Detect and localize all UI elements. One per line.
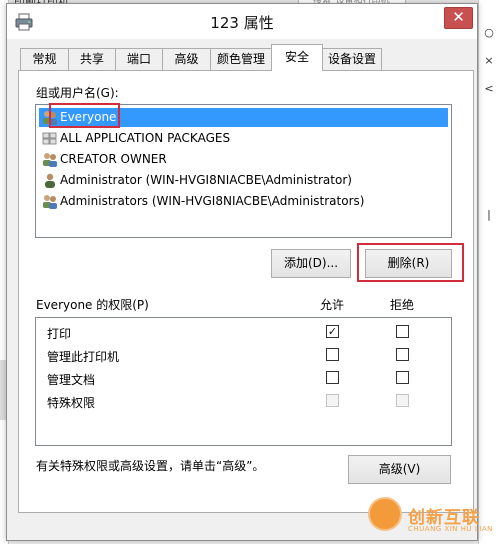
watermark-circle-icon: [368, 497, 402, 531]
list-item-creator-owner[interactable]: CREATOR OWNER: [39, 150, 448, 169]
package-icon: [42, 132, 57, 145]
list-item-label: CREATOR OWNER: [60, 152, 167, 166]
tab-general[interactable]: 常规: [20, 48, 69, 70]
group-icon: [43, 153, 57, 167]
tab-color-management[interactable]: 颜色管理: [210, 48, 272, 70]
list-item-administrator[interactable]: Administrator (WIN-HVGI8NIACBE\Administr…: [39, 171, 448, 190]
deny-checkbox-manage-printer[interactable]: [396, 348, 409, 361]
watermark-subtext: CHUANG XIN HU LIAN: [408, 525, 493, 533]
highlight-box-everyone: [49, 103, 120, 128]
dialog-title: 123 属性: [210, 14, 274, 32]
permission-name: 特殊权限: [47, 396, 96, 410]
advanced-hint-text: 有关特殊权限或高级设置，请单击“高级”。: [36, 459, 265, 473]
deny-checkbox-special: [396, 394, 409, 407]
background-right-item: ○: [484, 26, 494, 39]
highlight-box-remove: [357, 243, 464, 282]
list-item-label: Administrators (WIN-HVGI8NIACBE\Administ…: [60, 194, 365, 208]
user-icon: [45, 173, 55, 188]
title-bar[interactable]: 123 属性 ✕: [7, 4, 477, 39]
group-users-label: 组或用户名(G):: [36, 86, 119, 100]
deny-checkbox-print[interactable]: [396, 325, 409, 338]
allow-checkbox-manage-printer[interactable]: [326, 348, 339, 361]
background-splitter[interactable]: |: [480, 208, 498, 230]
tab-security[interactable]: 安全: [271, 44, 323, 71]
group-icon: [43, 195, 57, 209]
deny-column-header: 拒绝: [390, 298, 415, 312]
allow-checkbox-print[interactable]: ✓: [326, 325, 339, 338]
list-item-label: Administrator (WIN-HVGI8NIACBE\Administr…: [60, 173, 352, 187]
allow-column-header: 允许: [320, 298, 345, 312]
permissions-label: Everyone 的权限(P): [36, 298, 149, 312]
tab-sharing[interactable]: 共享: [68, 48, 116, 70]
list-item-all-application-packages[interactable]: ALL APPLICATION PACKAGES: [39, 129, 448, 148]
background-collapse-icon[interactable]: <: [480, 82, 498, 104]
allow-checkbox-special: [326, 394, 339, 407]
background-close-icon[interactable]: ×: [480, 54, 498, 76]
list-item-administrators[interactable]: Administrators (WIN-HVGI8NIACBE\Administ…: [39, 192, 448, 211]
allow-checkbox-manage-documents[interactable]: [326, 371, 339, 384]
tab-device-settings[interactable]: 设备设置: [322, 48, 382, 70]
deny-checkbox-manage-documents[interactable]: [396, 371, 409, 384]
close-button[interactable]: ✕: [444, 7, 473, 29]
advanced-button[interactable]: 高级(V): [348, 455, 451, 484]
permission-name: 打印: [47, 327, 72, 341]
permissions-table: 打印 ✓ 管理此打印机 管理文档 特殊权限: [35, 317, 452, 446]
add-button[interactable]: 添加(D)...: [271, 249, 351, 278]
permission-name: 管理此打印机: [47, 350, 120, 364]
list-item-label: ALL APPLICATION PACKAGES: [60, 131, 231, 145]
tab-advanced[interactable]: 高级: [162, 48, 211, 70]
permission-name: 管理文档: [47, 373, 96, 387]
tab-ports[interactable]: 端口: [115, 48, 163, 70]
